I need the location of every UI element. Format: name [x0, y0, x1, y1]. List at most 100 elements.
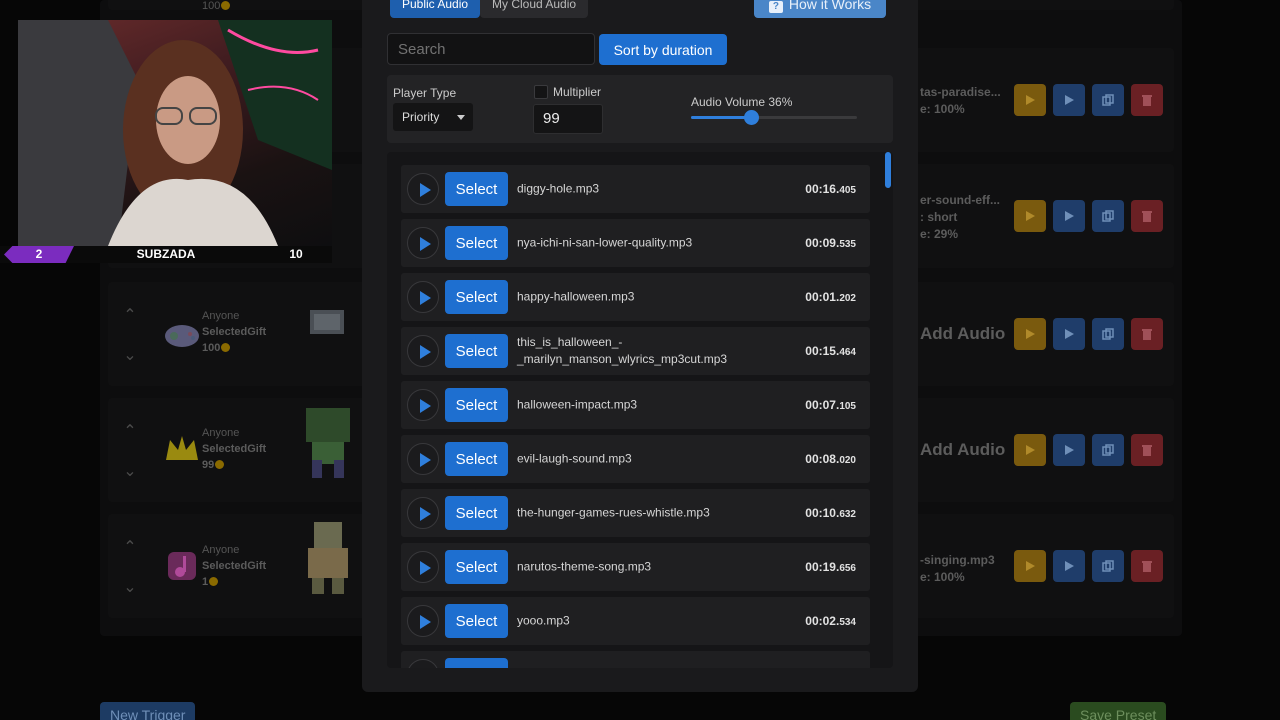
- delete-button[interactable]: [1131, 84, 1163, 116]
- preview-button[interactable]: [1053, 550, 1085, 582]
- select-audio-button[interactable]: Select: [445, 172, 508, 206]
- player-type-select[interactable]: Priority: [393, 103, 473, 131]
- tab-my-cloud-audio[interactable]: My Cloud Audio: [480, 0, 589, 18]
- play-preview-button[interactable]: [407, 335, 439, 367]
- audio-duration: 00:01.202: [805, 290, 856, 304]
- tab-public-audio[interactable]: Public Audio: [390, 0, 481, 18]
- gift-amount: 99: [202, 459, 215, 471]
- select-audio-button[interactable]: Select: [445, 334, 508, 368]
- question-icon: ?: [768, 1, 783, 13]
- audio-file-name: the-hunger-games-rues-whistle.mp3: [517, 505, 710, 520]
- audio-list-item: Select diggy-hole.mp3 00:16.405: [401, 165, 870, 213]
- audio-list: Select diggy-hole.mp3 00:16.405 Select nya-i…: [387, 152, 893, 668]
- coin-icon: [221, 343, 231, 352]
- copy-icon: [1102, 560, 1114, 572]
- audio-file-name: yooo.mp3: [517, 613, 570, 628]
- controller-gift-icon: [165, 325, 199, 347]
- delete-button[interactable]: [1131, 200, 1163, 232]
- play-preview-button[interactable]: [407, 605, 439, 637]
- copy-button[interactable]: [1092, 84, 1124, 116]
- select-audio-button[interactable]: Select: [445, 442, 508, 476]
- play-preview-button[interactable]: [407, 497, 439, 529]
- audio-duration: 00:09.535: [805, 236, 856, 250]
- trash-icon: [1142, 211, 1152, 222]
- audio-volume-slider[interactable]: [691, 110, 857, 125]
- play-icon: [1065, 561, 1074, 571]
- select-audio-button[interactable]: Select: [445, 280, 508, 314]
- multiplier-input[interactable]: 99: [533, 104, 603, 134]
- play-preview-button[interactable]: [407, 281, 439, 313]
- play-icon-button[interactable]: [1014, 84, 1046, 116]
- play-preview-button[interactable]: [407, 389, 439, 421]
- search-input[interactable]: [387, 33, 595, 65]
- play-icon-button[interactable]: [1014, 200, 1046, 232]
- move-down-button[interactable]: ⌄: [117, 576, 143, 598]
- play-icon-button[interactable]: [1014, 318, 1046, 350]
- copy-button[interactable]: [1092, 200, 1124, 232]
- trash-icon: [1142, 95, 1152, 106]
- audio-file-name: narutos-theme-song.mp3: [517, 559, 652, 574]
- play-preview-button[interactable]: [407, 443, 439, 475]
- webcam-left-count: 2: [4, 246, 74, 263]
- new-trigger-button[interactable]: New Trigger: [100, 702, 196, 720]
- trash-icon: [1142, 329, 1152, 340]
- preview-button[interactable]: [1053, 84, 1085, 116]
- play-preview-button[interactable]: [407, 227, 439, 259]
- copy-button[interactable]: [1092, 434, 1124, 466]
- audio-list-item: Select yooo.mp3 00:02.534: [401, 597, 870, 645]
- save-preset-button[interactable]: Save Preset: [1070, 702, 1167, 720]
- copy-button[interactable]: [1092, 318, 1124, 350]
- play-preview-button[interactable]: [407, 173, 439, 205]
- move-down-button[interactable]: ⌄: [117, 460, 143, 482]
- preview-button[interactable]: [1053, 318, 1085, 350]
- list-scrollbar[interactable]: [885, 152, 891, 188]
- row-actions: [1014, 318, 1163, 350]
- select-audio-button[interactable]: [445, 658, 508, 668]
- play-icon-button[interactable]: [1014, 550, 1046, 582]
- audio-volume: e: 29%: [920, 227, 959, 241]
- select-audio-button[interactable]: Select: [445, 604, 508, 638]
- move-up-button[interactable]: ⌃: [117, 420, 143, 442]
- coin-icon: [209, 577, 219, 586]
- play-preview-button[interactable]: [407, 659, 439, 668]
- move-up-button[interactable]: ⌃: [117, 536, 143, 558]
- delete-button[interactable]: [1131, 434, 1163, 466]
- sort-by-duration-button[interactable]: Sort by duration: [599, 34, 727, 65]
- audio-duration: 00:19.656: [805, 560, 856, 574]
- preview-button[interactable]: [1053, 200, 1085, 232]
- select-audio-button[interactable]: Select: [445, 496, 508, 530]
- trigger-who: Anyone: [202, 544, 240, 556]
- trigger-gift: SelectedGift: [202, 326, 267, 338]
- player-type-label: Player Type: [393, 86, 457, 100]
- trash-icon: [1142, 561, 1152, 572]
- mob-figure-icon: [308, 522, 348, 594]
- add-audio-label[interactable]: Add Audio: [920, 324, 1005, 344]
- copy-button[interactable]: [1092, 550, 1124, 582]
- select-audio-button[interactable]: Select: [445, 388, 508, 422]
- audio-list-item: Select nya-ichi-ni-san-lower-quality.mp3 0…: [401, 219, 870, 267]
- delete-button[interactable]: [1131, 318, 1163, 350]
- webcam-right-count: 10: [289, 247, 303, 261]
- play-icon-button[interactable]: [1014, 434, 1046, 466]
- play-preview-button[interactable]: [407, 551, 439, 583]
- move-down-button[interactable]: ⌄: [117, 344, 143, 366]
- select-audio-button[interactable]: Select: [445, 550, 508, 584]
- audio-duration: 00:10.632: [805, 506, 856, 520]
- how-it-works-button[interactable]: ? How it Works: [754, 0, 886, 18]
- delete-button[interactable]: [1131, 550, 1163, 582]
- row-actions: [1014, 84, 1163, 116]
- add-audio-label[interactable]: Add Audio: [920, 440, 1005, 460]
- audio-name: tas-paradise...: [920, 85, 1001, 99]
- webcam-username: SUBZADA: [136, 247, 196, 261]
- gift-amount: 1: [202, 576, 209, 588]
- audio-list-item: Select halloween-impact.mp3 00:07.105: [401, 381, 870, 429]
- move-up-button[interactable]: ⌃: [117, 304, 143, 326]
- chevron-down-icon: [457, 115, 465, 120]
- playback-controls: Player Type Priority Multiplier 99 Audio…: [387, 75, 893, 143]
- select-audio-button[interactable]: Select: [445, 226, 508, 260]
- audio-volume-thumb[interactable]: [743, 110, 759, 125]
- audio-list-item: Select this_is_halloween_- _marilyn_manso…: [401, 327, 870, 375]
- audio-duration: 00:15.464: [805, 344, 856, 358]
- preview-button[interactable]: [1053, 434, 1085, 466]
- multiplier-checkbox[interactable]: [534, 85, 548, 99]
